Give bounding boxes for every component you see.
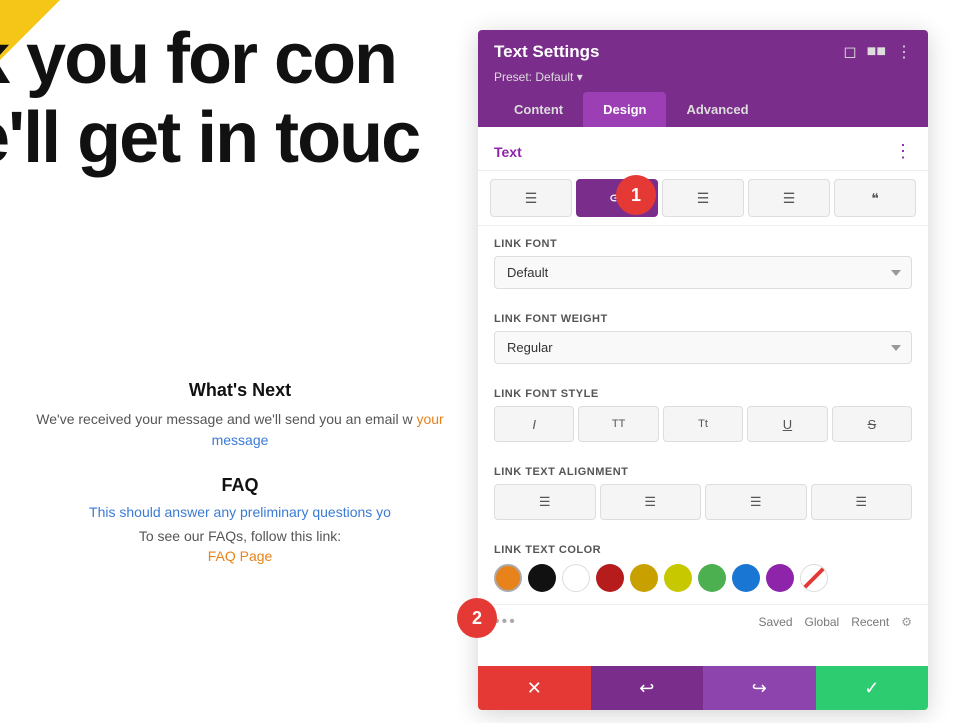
faq-desc: This should answer any preliminary quest… xyxy=(20,504,460,520)
color-swatch-yellow[interactable] xyxy=(664,564,692,592)
redo-button[interactable]: ↪ xyxy=(703,666,816,710)
link-font-style-section: Link Font Style I TT Tt U S xyxy=(478,376,928,454)
expand-icon[interactable]: ◻ xyxy=(843,42,856,62)
link-font-section: Link Font Default xyxy=(478,226,928,301)
color-tags: Saved Global Recent ⚙ xyxy=(758,615,912,629)
whats-next-title: What's Next xyxy=(20,380,460,401)
panel-header-top: Text Settings ◻ ■■ ⋮ xyxy=(494,42,912,62)
link-font-weight-section: Link Font Weight Regular xyxy=(478,301,928,376)
undo-button[interactable]: ↩ xyxy=(591,666,704,710)
link-font-label: Link Font xyxy=(494,238,912,250)
section-title: Text xyxy=(494,144,522,160)
style-btn-italic[interactable]: I xyxy=(494,406,574,442)
align-btn-center[interactable]: ☰ xyxy=(600,484,702,520)
color-swatch-orange[interactable] xyxy=(494,564,522,592)
align-btn-left[interactable]: ☰ xyxy=(494,484,596,520)
color-swatch-blue[interactable] xyxy=(732,564,760,592)
icon-tab-row: ☰ ☰ ☰ ❝ xyxy=(478,171,928,226)
panel-preset[interactable]: Preset: Default ▾ xyxy=(494,70,912,84)
save-button[interactable]: ✓ xyxy=(816,666,929,710)
style-btn-strikethrough[interactable]: S xyxy=(832,406,912,442)
color-swatch-green[interactable] xyxy=(698,564,726,592)
faq-link-line: To see our FAQs, follow this link: xyxy=(20,528,460,544)
style-btn-uppercase[interactable]: TT xyxy=(578,406,658,442)
tab-advanced[interactable]: Advanced xyxy=(666,92,768,127)
color-row xyxy=(494,564,912,592)
align-btn-justify[interactable]: ☰ xyxy=(811,484,913,520)
gear-icon[interactable]: ⚙ xyxy=(901,615,912,629)
columns-icon[interactable]: ■■ xyxy=(867,43,886,61)
panel-footer: ✕ ↩ ↪ ✓ xyxy=(478,666,928,710)
faq-title: FAQ xyxy=(20,475,460,496)
style-btn-capitalize[interactable]: Tt xyxy=(663,406,743,442)
link-text-alignment-label: Link Text Alignment xyxy=(494,466,912,478)
tab-icon-ordered-list[interactable]: ☰ xyxy=(748,179,830,217)
tab-icon-list[interactable]: ☰ xyxy=(662,179,744,217)
panel-header-icons: ◻ ■■ ⋮ xyxy=(843,42,912,62)
page-middle-content: What's Next We've received your message … xyxy=(0,380,480,564)
badge-2: 2 xyxy=(457,598,497,638)
panel-title: Text Settings xyxy=(494,42,599,62)
color-saved[interactable]: Saved xyxy=(758,615,792,629)
tab-design[interactable]: Design xyxy=(583,92,666,127)
color-global[interactable]: Global xyxy=(805,615,840,629)
text-settings-panel: Text Settings ◻ ■■ ⋮ Preset: Default ▾ C… xyxy=(478,30,928,710)
style-btn-underline[interactable]: U xyxy=(747,406,827,442)
tab-icon-align[interactable]: ☰ xyxy=(490,179,572,217)
cancel-button[interactable]: ✕ xyxy=(478,666,591,710)
more-icon[interactable]: ⋮ xyxy=(896,42,912,62)
color-recent[interactable]: Recent xyxy=(851,615,889,629)
link-font-weight-label: Link Font Weight xyxy=(494,313,912,325)
page-heading: k you for con e'll get in touc xyxy=(0,20,419,178)
link-text-alignment-section: Link Text Alignment ☰ ☰ ☰ ☰ xyxy=(478,454,928,532)
color-dots: ••• xyxy=(494,613,517,631)
tab-content[interactable]: Content xyxy=(494,92,583,127)
color-swatch-transparent[interactable] xyxy=(800,564,828,592)
tab-icon-quote[interactable]: ❝ xyxy=(834,179,916,217)
color-swatch-gold[interactable] xyxy=(630,564,658,592)
color-swatch-white[interactable] xyxy=(562,564,590,592)
badge-1: 1 xyxy=(616,175,656,215)
style-btn-row: I TT Tt U S xyxy=(494,406,912,442)
section-header: Text ⋮ xyxy=(478,127,928,171)
color-swatch-purple[interactable] xyxy=(766,564,794,592)
section-more-icon[interactable]: ⋮ xyxy=(894,141,912,162)
link-font-select[interactable]: Default xyxy=(494,256,912,289)
link-font-style-label: Link Font Style xyxy=(494,388,912,400)
link-text-color-section: Link Text Color xyxy=(478,532,928,604)
panel-body: Text ⋮ ☰ ☰ ☰ ❝ Link Font Default Link Fo… xyxy=(478,127,928,666)
align-btn-row: ☰ ☰ ☰ ☰ xyxy=(494,484,912,520)
align-btn-right[interactable]: ☰ xyxy=(705,484,807,520)
panel-header: Text Settings ◻ ■■ ⋮ Preset: Default ▾ C… xyxy=(478,30,928,127)
faq-page-link[interactable]: FAQ Page xyxy=(20,548,460,564)
link-font-weight-select[interactable]: Regular xyxy=(494,331,912,364)
color-swatch-black[interactable] xyxy=(528,564,556,592)
panel-tabs: Content Design Advanced xyxy=(494,92,912,127)
color-bottom: ••• Saved Global Recent ⚙ xyxy=(478,604,928,639)
color-swatch-dark-red[interactable] xyxy=(596,564,624,592)
whats-next-desc: We've received your message and we'll se… xyxy=(20,409,460,451)
link-text-color-label: Link Text Color xyxy=(494,544,912,556)
